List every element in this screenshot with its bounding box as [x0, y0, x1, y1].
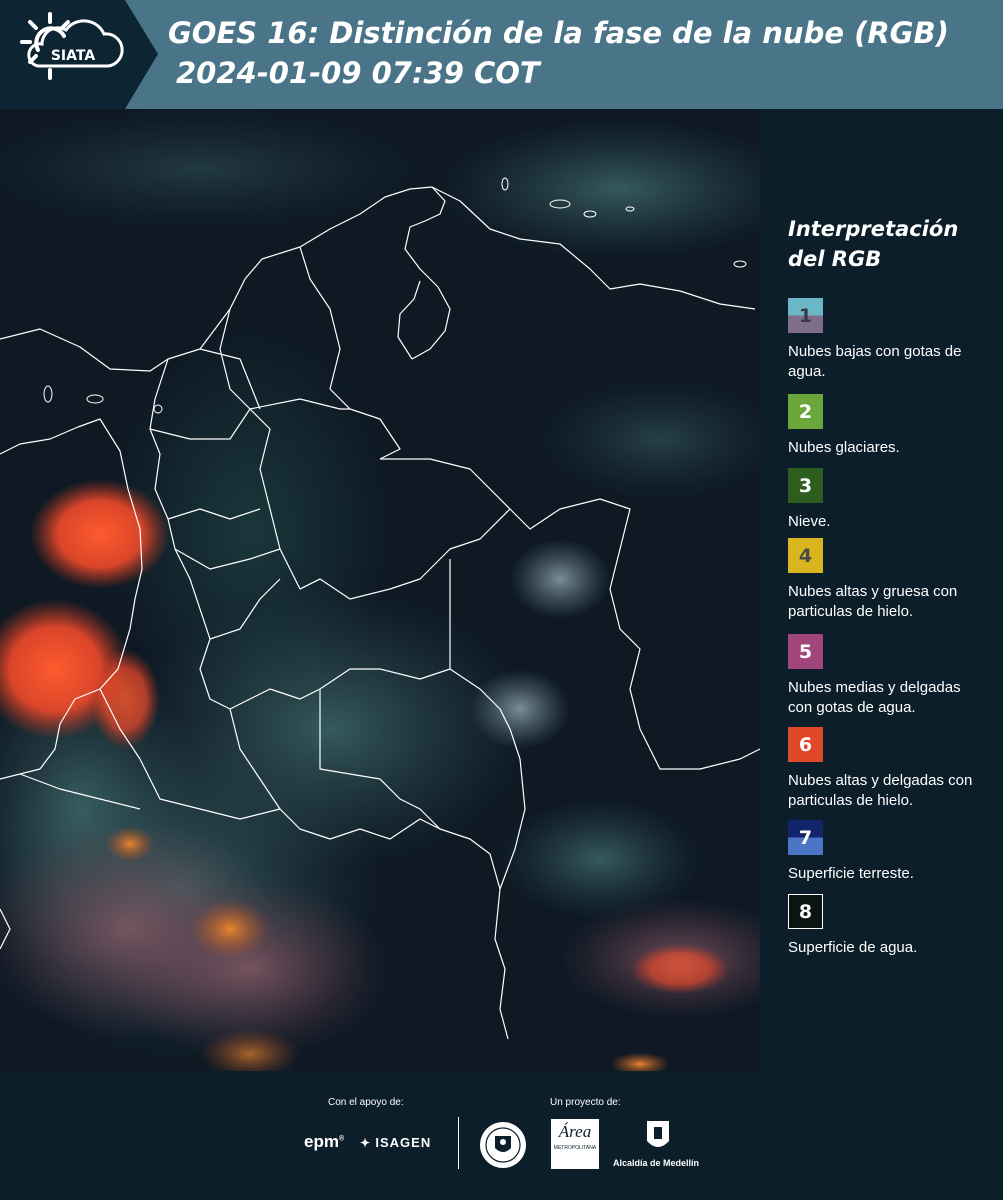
- footer: Con el apoyo de: Un proyecto de: epm® ✦ …: [0, 1071, 1003, 1200]
- satellite-image: [0, 109, 760, 1071]
- legend-label-8: Superficie de agua.: [788, 939, 918, 956]
- legend-swatch-3: 3: [788, 468, 823, 503]
- legend-label-3: Nieve.: [788, 513, 831, 530]
- legend-number-5: 5: [798, 640, 813, 663]
- legend-item-5: 5 Nubes medias y delgadas con gotas de a…: [788, 634, 988, 718]
- legend-number-1: 1: [798, 304, 813, 327]
- legend-label-1: Nubes bajas con gotas de agua.: [788, 343, 962, 380]
- legend-label-5: Nubes medias y delgadas con gotas de agu…: [788, 679, 961, 716]
- legend-number-2: 2: [798, 400, 813, 423]
- alcaldia-text: Alcaldía de Medellín: [613, 1158, 700, 1168]
- legend-label-7: Superficie terreste.: [788, 865, 914, 882]
- legend-label-2: Nubes glaciares.: [788, 439, 900, 456]
- legend-item-3: 3 Nieve.: [788, 468, 988, 532]
- isagen-logo: ✦ ISAGEN: [360, 1135, 431, 1150]
- area-logo-subtext: METROPOLITANA: [553, 1145, 597, 1151]
- legend-title-line1: Interpretación: [788, 217, 959, 241]
- legend-swatch-8: 8: [788, 894, 823, 929]
- page-title: GOES 16: Distinción de la fase de la nub…: [168, 16, 949, 50]
- page-subtitle-datetime: 2024-01-09 07:39 COT: [176, 56, 540, 90]
- legend-swatch-5: 5: [788, 634, 823, 669]
- support-label: Con el apoyo de:: [328, 1097, 404, 1108]
- legend-panel: Interpretación del RGB 1 Nubes bajas con…: [788, 214, 988, 956]
- legend-item-6: 6 Nubes altas y delgadas con particulas …: [788, 727, 988, 811]
- legend-label-4: Nubes altas y gruesa con particulas de h…: [788, 583, 958, 620]
- legend-item-7: 7 Superficie terreste.: [788, 820, 988, 884]
- legend-swatch-4: 4: [788, 538, 823, 573]
- siata-logo-text: SIATA: [51, 48, 96, 64]
- isagen-logo-text: ISAGEN: [375, 1135, 432, 1150]
- legend-swatch-1: 1: [788, 298, 823, 333]
- alcaldia-shield-icon: [647, 1121, 669, 1147]
- legend-item-1: 1 Nubes bajas con gotas de agua.: [788, 298, 988, 382]
- legend-item-8: 8 Superficie de agua.: [788, 894, 988, 958]
- epm-logo-text: epm: [304, 1132, 339, 1151]
- legend-label-6: Nubes altas y delgadas con particulas de…: [788, 772, 973, 809]
- legend-title-line2: del RGB: [788, 247, 882, 271]
- legend-number-4: 4: [798, 544, 813, 567]
- legend-swatch-6: 6: [788, 727, 823, 762]
- footer-divider: [458, 1117, 459, 1169]
- legend-number-6: 6: [798, 733, 813, 756]
- project-label: Un proyecto de:: [550, 1097, 621, 1108]
- area-logo-text: Área: [558, 1122, 592, 1141]
- medellin-seal-icon: [480, 1122, 526, 1168]
- legend-number-8: 8: [798, 900, 813, 923]
- legend-item-2: 2 Nubes glaciares.: [788, 394, 988, 458]
- isagen-mark-icon: ✦: [360, 1136, 376, 1150]
- legend-number-7: 7: [798, 826, 813, 849]
- header-bar: SIATA GOES 16: Distinción de la fase de …: [0, 0, 1003, 109]
- siata-logo-banner: SIATA: [0, 0, 158, 109]
- legend-title: Interpretación del RGB: [788, 214, 988, 274]
- area-metropolitana-logo: Área METROPOLITANA: [551, 1119, 599, 1169]
- legend-item-4: 4 Nubes altas y gruesa con particulas de…: [788, 538, 988, 622]
- legend-swatch-7: 7: [788, 820, 823, 855]
- satellite-map: [0, 109, 760, 1071]
- legend-number-3: 3: [798, 474, 813, 497]
- legend-swatch-2: 2: [788, 394, 823, 429]
- epm-logo: epm®: [304, 1132, 345, 1151]
